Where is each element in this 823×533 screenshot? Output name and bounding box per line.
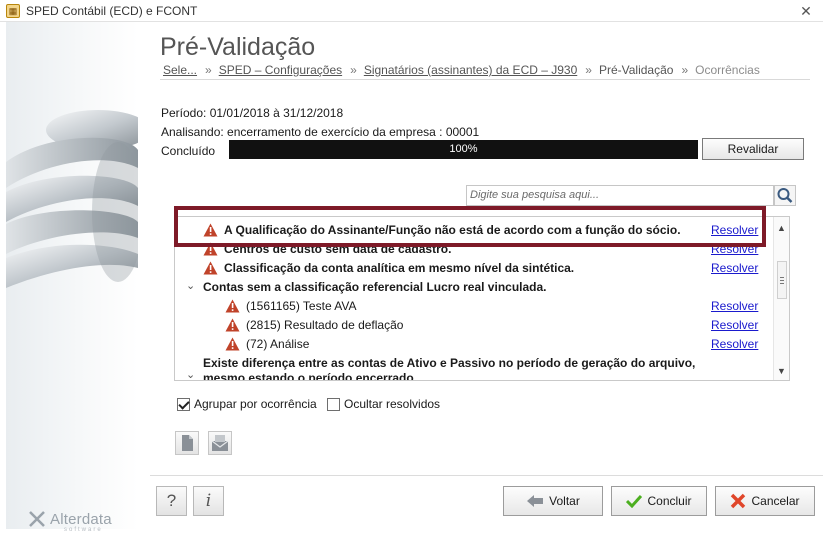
footer-divider: [150, 475, 823, 476]
resolver-link[interactable]: Resolver: [711, 299, 758, 313]
page-title: Pré-Validação: [160, 33, 316, 61]
occurrence-group-row[interactable]: ⌄ Contas sem a classificação referencial…: [175, 278, 773, 297]
brand-tagline: software: [64, 527, 103, 533]
brand-name: Alterdata: [50, 510, 112, 528]
occurrence-text: (1561165) Teste AVA: [246, 299, 357, 313]
occurrence-child-row[interactable]: (2815) Resultado de deflação Resolver: [175, 316, 773, 335]
progress-text: 100%: [449, 143, 478, 155]
occurrence-row[interactable]: A Qualificação do Assinante/Função não e…: [175, 221, 773, 240]
email-button[interactable]: [208, 431, 232, 455]
occurrence-group-text-continued: mesmo estando o período encerrado.: [203, 371, 418, 381]
occurrence-child-row[interactable]: (1561165) Teste AVA Resolver: [175, 297, 773, 316]
list-scrollbar[interactable]: ▲ ▼: [773, 217, 789, 380]
occurrence-text: Classificação da conta analítica em mesm…: [224, 261, 575, 275]
resolver-link[interactable]: Resolver: [711, 318, 758, 332]
occurrence-row[interactable]: Centros de custo sem data de cadastro. R…: [175, 240, 773, 259]
breadcrumb-separator: »: [205, 63, 212, 77]
occurrence-text: (72) Análise: [246, 337, 310, 351]
cancel-x-icon: [731, 493, 746, 509]
document-icon: [182, 435, 193, 451]
cancelar-button[interactable]: Cancelar: [715, 486, 815, 516]
warning-icon: [225, 337, 240, 351]
help-button[interactable]: ?: [156, 486, 187, 516]
decorative-swirl-image: [6, 110, 138, 288]
ocultar-label: Ocultar resolvidos: [344, 397, 441, 411]
checkbox-checked[interactable]: [177, 397, 190, 411]
warning-icon: [225, 299, 240, 313]
concluir-button[interactable]: Concluir: [611, 486, 707, 516]
occurrence-child-row[interactable]: (72) Análise Resolver: [175, 335, 773, 354]
breadcrumb-separator: »: [681, 63, 689, 77]
breadcrumb-item-select[interactable]: Sele...: [163, 63, 197, 77]
resolver-link[interactable]: Resolver: [711, 261, 758, 275]
occurrence-text: A Qualificação do Assinante/Função não e…: [224, 223, 681, 237]
warning-icon: [203, 223, 218, 237]
alterdata-logo-icon: [29, 511, 45, 527]
close-button[interactable]: ✕: [797, 2, 815, 20]
arrow-left-icon: [527, 495, 544, 507]
checkbox-unchecked[interactable]: [327, 397, 340, 411]
voltar-label: Voltar: [549, 494, 580, 508]
breadcrumb-item-pre-validacao: Pré-Validação: [598, 63, 674, 77]
breadcrumb: Sele... » SPED – Configurações » Signatários…: [163, 63, 760, 77]
search-input[interactable]: Digite sua pesquisa aqui...: [466, 185, 774, 206]
window-title: SPED Contábil (ECD) e FCONT: [26, 4, 198, 18]
occurrence-text: (2815) Resultado de deflação: [246, 318, 404, 332]
search-icon: [777, 188, 793, 203]
grip-line: [780, 283, 784, 284]
concluir-label: Concluir: [647, 494, 692, 508]
voltar-button[interactable]: Voltar: [503, 486, 603, 516]
occurrences-list[interactable]: A Qualificação do Assinante/Função não e…: [174, 216, 790, 381]
search-button[interactable]: [774, 185, 796, 206]
breadcrumb-separator: »: [585, 63, 592, 77]
analyzing-text: Analisando: encerramento de exercício da…: [161, 125, 480, 139]
warning-icon: [203, 261, 218, 275]
check-icon: [626, 494, 643, 508]
progress-bar: 100%: [229, 140, 698, 159]
scroll-up-icon[interactable]: ▲: [777, 223, 786, 233]
side-panel: Alterdata software: [6, 22, 138, 533]
agrupar-label: Agrupar por ocorrência: [194, 397, 317, 411]
breadcrumb-separator: »: [350, 63, 357, 77]
breadcrumb-item-sped-config[interactable]: SPED – Configurações: [219, 63, 342, 77]
agrupar-checkbox[interactable]: Agrupar por ocorrência: [177, 397, 317, 411]
warning-icon: [225, 318, 240, 332]
period-text: Período: 01/01/2018 à 31/12/2018: [161, 106, 344, 120]
info-button[interactable]: i: [193, 486, 224, 516]
breadcrumb-item-signatarios[interactable]: Signatários (assinantes) da ECD – J930: [364, 63, 577, 77]
scrollbar-thumb[interactable]: [777, 261, 787, 299]
resolver-link[interactable]: Resolver: [711, 337, 758, 351]
occurrence-group-text: Existe diferença entre as contas de Ativ…: [203, 356, 696, 370]
collapse-chevron-icon[interactable]: ⌄: [186, 368, 195, 380]
title-bar: ▦ SPED Contábil (ECD) e FCONT ✕: [0, 0, 823, 22]
ocultar-checkbox[interactable]: Ocultar resolvidos: [327, 397, 440, 411]
email-icon: [211, 435, 229, 451]
collapse-chevron-icon[interactable]: ⌄: [186, 279, 195, 292]
warning-icon: [203, 242, 218, 256]
grip-line: [780, 280, 784, 281]
document-button[interactable]: [175, 431, 199, 455]
cancelar-label: Cancelar: [751, 494, 800, 508]
revalidar-button[interactable]: Revalidar: [702, 138, 804, 160]
grip-line: [780, 277, 784, 278]
occurrence-group-text: Contas sem a classificação referencial L…: [203, 280, 547, 294]
occurrence-row[interactable]: Classificação da conta analítica em mesm…: [175, 259, 773, 278]
resolver-link[interactable]: Resolver: [711, 242, 758, 256]
resolver-link[interactable]: Resolver: [711, 223, 758, 237]
progress-label: Concluído: [161, 144, 216, 158]
scroll-down-icon[interactable]: ▼: [777, 366, 786, 376]
alterdata-logo: Alterdata: [28, 510, 112, 528]
app-icon: ▦: [6, 4, 20, 18]
breadcrumb-item-ocorrencias: Ocorrências: [695, 63, 760, 77]
breadcrumb-divider: [160, 79, 810, 80]
occurrence-text: Centros de custo sem data de cadastro.: [224, 242, 452, 256]
occurrence-group-row[interactable]: ⌄ mesmo estando o período encerrado.: [175, 368, 773, 381]
